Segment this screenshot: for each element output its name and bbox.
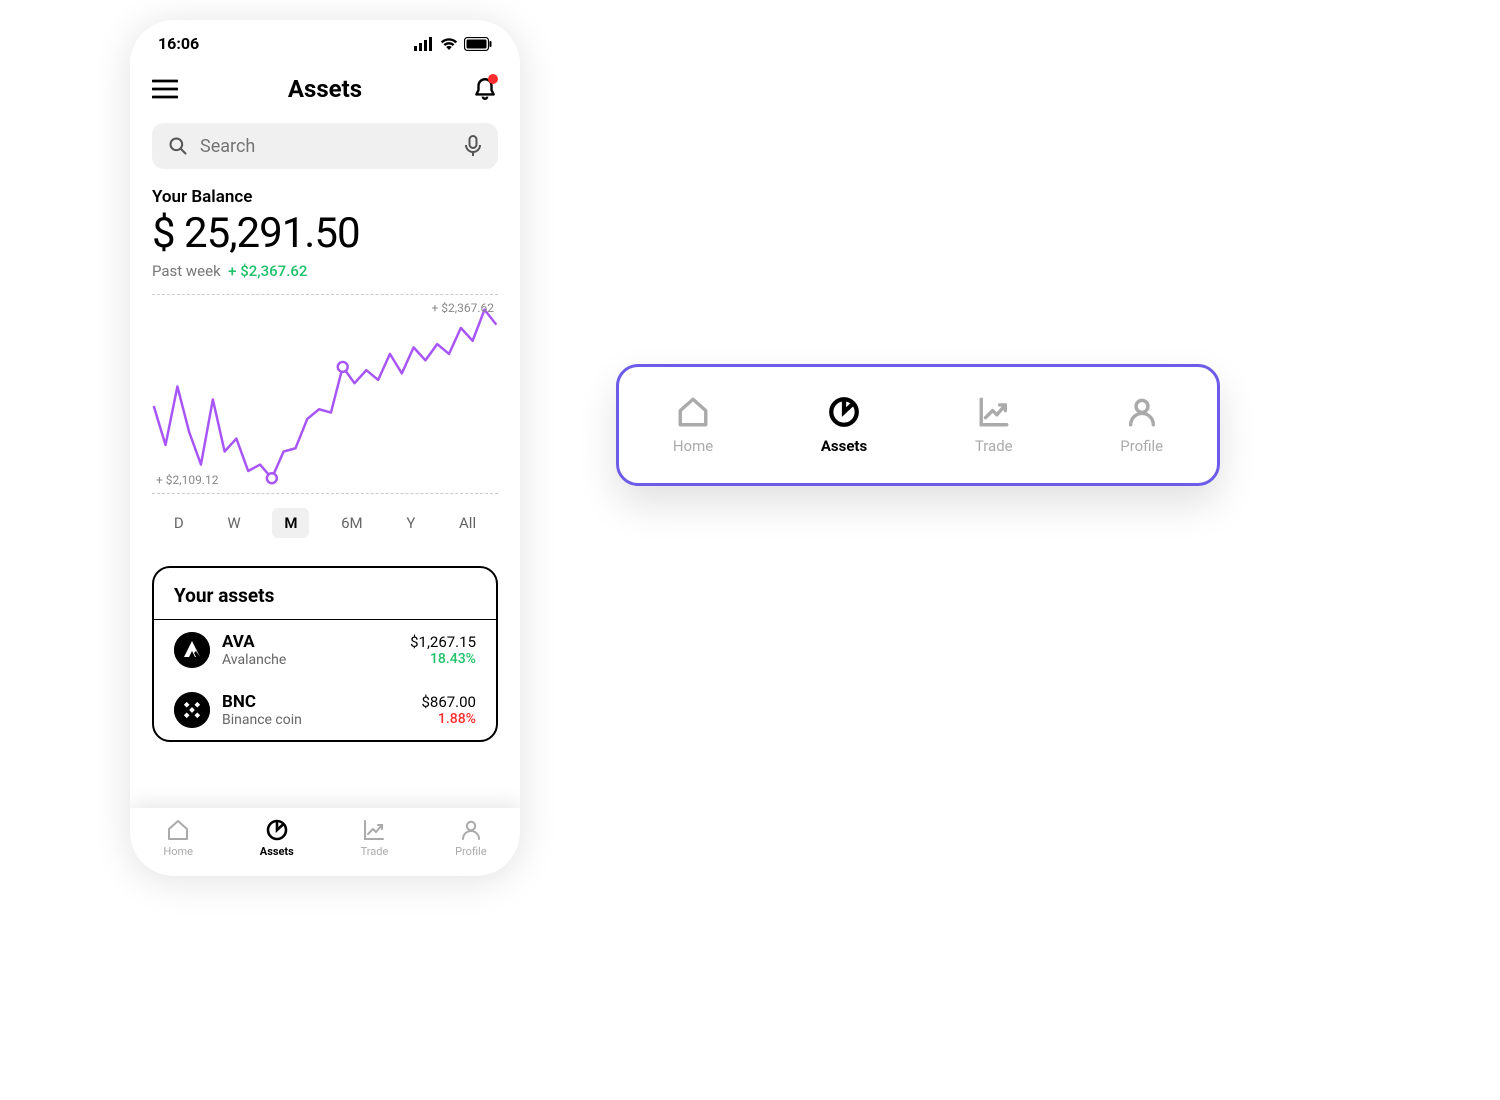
chart-low-label: + $2,109.12 [156,473,219,487]
tab-trade[interactable]: Trade [975,395,1013,455]
tab-label: Home [673,437,713,455]
balance-label: Your Balance [152,187,498,207]
tab-label: Assets [260,845,294,858]
ava-icon [174,632,210,668]
balance-chart[interactable]: + $2,367.62 + $2,109.12 [152,294,498,494]
search-bar[interactable] [152,123,498,169]
phone-frame: 16:06 Assets [130,20,520,876]
tab-label: Trade [975,437,1013,455]
tab-profile[interactable]: Profile [455,818,486,858]
tab-assets[interactable]: Assets [260,818,294,858]
balance-section: Your Balance $ 25,291.50 Past week + $2,… [152,187,498,280]
asset-row-bnc[interactable]: BNCBinance coin$867.001.88% [154,680,496,740]
search-icon [168,136,188,156]
asset-name: Binance coin [222,712,421,728]
home-icon [676,395,710,429]
tabbar-showcase: Home Assets Trade Profile [616,364,1220,486]
main-content: Your Balance $ 25,291.50 Past week + $2,… [130,113,520,808]
person-icon [459,818,483,842]
asset-info: BNCBinance coin [222,692,421,728]
pie-icon [265,818,289,842]
line-chart-icon [152,295,498,493]
chart-up-icon [977,395,1011,429]
asset-info: AVAAvalanche [222,632,410,668]
pie-icon [827,395,861,429]
tab-label: Trade [361,845,389,858]
status-bar: 16:06 [130,20,520,57]
tab-label: Home [163,845,193,858]
range-y[interactable]: Y [394,508,427,538]
tab-label: Assets [821,437,867,455]
status-indicators [414,37,492,51]
tab-profile[interactable]: Profile [1120,395,1163,455]
notification-dot-icon [488,74,498,84]
range-m[interactable]: M [272,508,309,538]
home-icon [166,818,190,842]
tab-label: Profile [1120,437,1163,455]
range-d[interactable]: D [162,508,196,538]
chart-high-label: + $2,367.62 [431,301,494,315]
asset-name: Avalanche [222,652,410,668]
balance-delta: + $2,367.62 [228,262,307,280]
asset-change: 18.43% [410,651,476,667]
range-w[interactable]: W [215,508,252,538]
app-header: Assets [130,57,520,113]
asset-values: $867.001.88% [421,693,476,727]
tab-assets[interactable]: Assets [821,395,867,455]
asset-symbol: AVA [222,632,410,652]
tab-label: Profile [455,845,486,858]
tab-trade[interactable]: Trade [361,818,389,858]
asset-symbol: BNC [222,692,421,712]
status-time: 16:06 [158,34,199,53]
asset-change: 1.88% [421,711,476,727]
search-input[interactable] [200,136,464,157]
range-all[interactable]: All [447,508,488,538]
asset-row-ava[interactable]: AVAAvalanche$1,267.1518.43% [154,620,496,680]
asset-price: $867.00 [421,693,476,711]
balance-amount: $ 25,291.50 [152,209,498,258]
asset-price: $1,267.15 [410,633,476,651]
cellular-icon [414,37,434,51]
assets-list: AVAAvalanche$1,267.1518.43%BNCBinance co… [154,620,496,740]
bnc-icon [174,692,210,728]
range-6m[interactable]: 6M [329,508,375,538]
tab-home[interactable]: Home [163,818,193,858]
notifications-button[interactable] [472,76,498,102]
chart-up-icon [362,818,386,842]
assets-card: Your assets AVAAvalanche$1,267.1518.43%B… [152,566,498,742]
microphone-icon[interactable] [464,135,482,157]
battery-icon [464,37,492,51]
wifi-icon [440,37,458,51]
balance-change: Past week + $2,367.62 [152,262,498,280]
asset-values: $1,267.1518.43% [410,633,476,667]
menu-icon[interactable] [152,79,178,99]
bottom-tabbar: Home Assets Trade Profile [130,808,520,876]
tab-home[interactable]: Home [673,395,713,455]
person-icon [1125,395,1159,429]
page-title: Assets [288,75,362,103]
balance-period: Past week [152,262,221,280]
assets-card-title: Your assets [154,568,496,620]
time-range-selector: DWM 6M Y All [152,508,498,538]
